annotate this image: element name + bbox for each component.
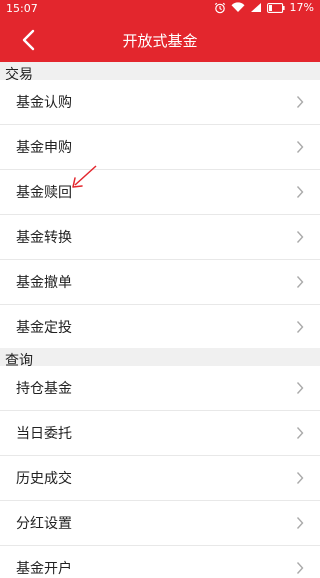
nav-bar: 开放式基金 <box>0 18 320 62</box>
list-item-fund-convert[interactable]: 基金转换 <box>0 215 320 260</box>
list-item-fund-redeem[interactable]: 基金赎回 <box>0 170 320 215</box>
item-label: 基金赎回 <box>16 185 72 201</box>
chevron-right-icon <box>296 141 304 153</box>
section-header-query: 查询 <box>0 348 320 369</box>
status-time: 15:07 <box>6 2 38 15</box>
battery-icon <box>266 2 285 13</box>
status-icons: 17% <box>214 1 314 14</box>
item-label: 历史成交 <box>16 471 72 487</box>
list-item-fund-account-open[interactable]: 基金开户 <box>0 546 320 577</box>
item-label: 基金转换 <box>16 230 72 246</box>
list-item-holdings[interactable]: 持仓基金 <box>0 366 320 411</box>
chevron-right-icon <box>296 186 304 198</box>
chevron-right-icon <box>296 96 304 108</box>
chevron-right-icon <box>296 562 304 574</box>
status-bar: 15:07 17% <box>0 0 320 18</box>
list-item-fund-subscribe[interactable]: 基金认购 <box>0 80 320 125</box>
section-header-trade: 交易 <box>0 62 320 83</box>
chevron-right-icon <box>296 472 304 484</box>
chevron-right-icon <box>296 231 304 243</box>
alarm-icon <box>214 2 225 13</box>
signal-icon <box>250 3 261 12</box>
chevron-right-icon <box>296 276 304 288</box>
item-label: 持仓基金 <box>16 381 72 397</box>
item-label: 基金认购 <box>16 95 72 111</box>
wifi-icon <box>231 2 245 13</box>
annotation-arrow-icon <box>72 165 97 188</box>
item-label: 基金开户 <box>16 561 72 577</box>
item-label: 基金撤单 <box>16 275 72 291</box>
list-item-fund-cancel[interactable]: 基金撤单 <box>0 260 320 305</box>
battery-percent: 17% <box>289 1 314 14</box>
chevron-right-icon <box>296 517 304 529</box>
list-item-fund-purchase[interactable]: 基金申购 <box>0 125 320 170</box>
item-label: 基金定投 <box>16 320 72 336</box>
list-item-history-trades[interactable]: 历史成交 <box>0 456 320 501</box>
chevron-right-icon <box>296 427 304 439</box>
chevron-right-icon <box>296 382 304 394</box>
list-item-fund-fixed-invest[interactable]: 基金定投 <box>0 305 320 350</box>
list-item-today-orders[interactable]: 当日委托 <box>0 411 320 456</box>
item-label: 分红设置 <box>16 516 72 532</box>
item-label: 当日委托 <box>16 426 72 442</box>
item-label: 基金申购 <box>16 140 72 156</box>
chevron-right-icon <box>296 321 304 333</box>
page-title: 开放式基金 <box>122 32 198 50</box>
list-item-dividend-settings[interactable]: 分红设置 <box>0 501 320 546</box>
